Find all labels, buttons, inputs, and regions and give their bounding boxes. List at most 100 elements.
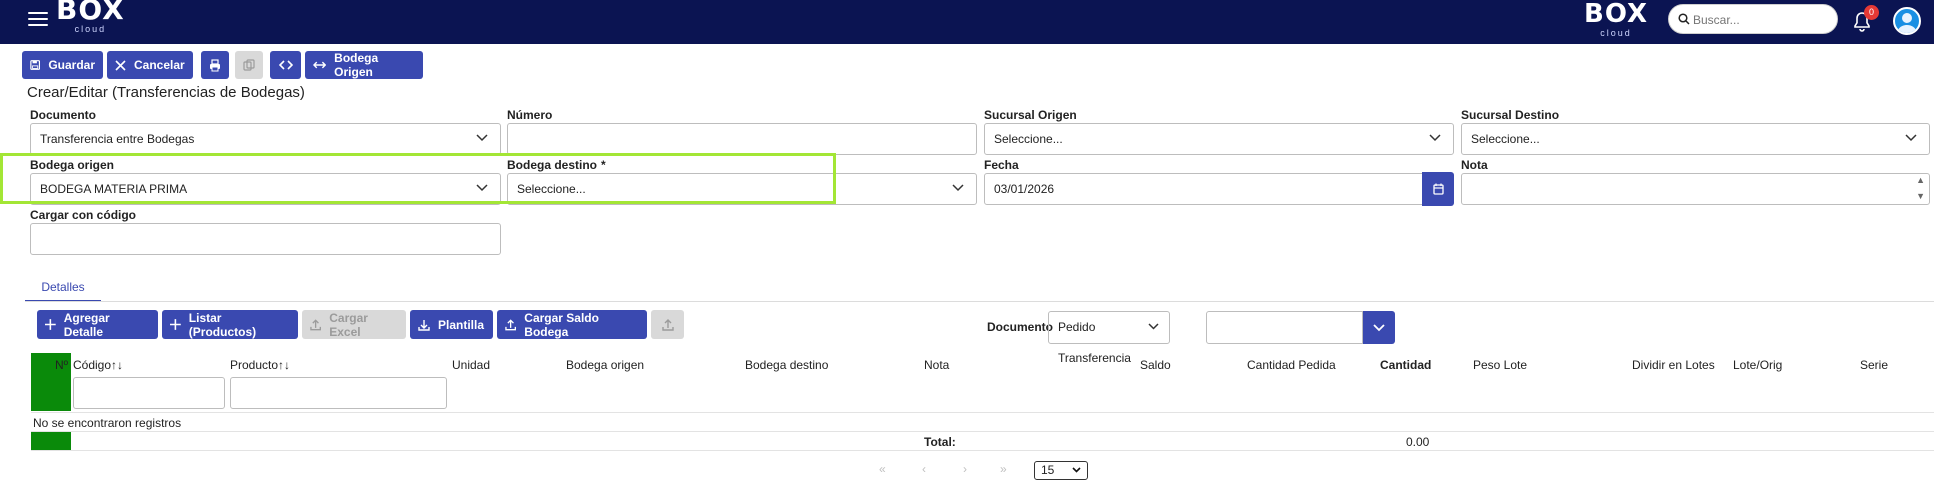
print-button[interactable] [201, 51, 229, 79]
fecha-label: Fecha [984, 158, 1019, 172]
scroll-down-icon[interactable]: ▼ [1916, 191, 1925, 201]
column-header-saldo: Saldo [1140, 358, 1171, 372]
sucursal-destino-value: Seleccione... [1471, 132, 1540, 146]
doc-filter-button[interactable] [1363, 311, 1395, 344]
list-products-button[interactable]: Listar (Productos) [162, 310, 298, 339]
documento-label: Documento [30, 108, 96, 122]
fecha-value: 03/01/2026 [994, 182, 1055, 196]
upload-icon [505, 318, 516, 330]
template-button[interactable]: Plantilla [410, 310, 493, 339]
code-icon [278, 60, 293, 70]
chevron-down-icon [476, 184, 488, 192]
chevron-down-icon [1905, 134, 1917, 142]
bodega-origen-select[interactable]: BODEGA MATERIA PRIMA [30, 173, 501, 205]
documento-value: Transferencia entre Bodegas [40, 132, 195, 146]
brand-logo[interactable]: BOX cloud [56, 0, 125, 34]
numero-input[interactable] [507, 123, 977, 155]
fecha-input[interactable]: 03/01/2026 [984, 173, 1424, 205]
bodega-origen-label: Bodega Origen [334, 51, 379, 79]
bodega-origen-field-label: Bodega origen [30, 158, 115, 172]
documento-select[interactable]: Transferencia entre Bodegas [30, 123, 501, 155]
bodega-destino-label: Bodega destino * [507, 158, 606, 172]
add-detail-button[interactable]: Agregar Detalle [37, 310, 158, 339]
chevron-down-icon [476, 134, 488, 142]
codigo-filter-input[interactable] [73, 377, 225, 409]
load-excel-button[interactable]: Cargar Excel [302, 310, 406, 339]
chevron-down-icon [1072, 467, 1081, 473]
nota-label: Nota [1461, 158, 1488, 172]
chevron-down-icon [1429, 134, 1441, 142]
empty-table-message: No se encontraron registros [33, 416, 182, 430]
column-header-unidad: Unidad [452, 358, 491, 372]
page-size-value: 15 [1041, 463, 1055, 477]
sort-icon[interactable]: ↑↓ [111, 358, 123, 372]
cargar-codigo-label: Cargar con código [30, 208, 137, 222]
sucursal-origen-select[interactable]: Seleccione... [984, 123, 1454, 155]
column-header-numero: Nº [55, 358, 69, 372]
page-size-select[interactable]: 15 [1034, 461, 1088, 480]
sucursal-destino-label: Sucursal Destino [1461, 108, 1560, 122]
column-header-serie: Serie [1860, 358, 1889, 372]
search-box[interactable] [1668, 4, 1838, 34]
upload-icon [310, 318, 321, 330]
page-title: Crear/Editar (Transferencias de Bodegas) [27, 84, 305, 101]
save-button[interactable]: Guardar [22, 51, 103, 79]
numero-label: Número [507, 108, 553, 122]
load-stock-button[interactable]: Cargar Saldo Bodega [497, 310, 647, 339]
doc-filter-select[interactable]: Pedido Transferencia [1048, 311, 1170, 365]
search-input[interactable] [1693, 11, 1833, 29]
plus-icon [170, 319, 181, 330]
column-header-lote-orig: Lote/Orig [1733, 358, 1783, 372]
search-icon [1678, 13, 1690, 25]
doc-filter-input[interactable] [1206, 311, 1363, 344]
first-page-button[interactable]: « [879, 462, 886, 476]
row-marker-footer [31, 432, 71, 450]
prev-page-button[interactable]: ‹ [922, 462, 926, 476]
bodega-origen-button[interactable]: Bodega Origen [305, 51, 423, 79]
cargar-codigo-input[interactable] [30, 223, 501, 255]
plus-icon [45, 319, 56, 330]
last-page-button[interactable]: » [1000, 462, 1007, 476]
close-icon [115, 59, 126, 71]
upload-button[interactable] [651, 310, 684, 339]
column-header-cantidad: Cantidad [1380, 358, 1432, 372]
doc-filter-value: Pedido Transferencia [1058, 320, 1131, 365]
column-header-producto[interactable]: Producto↑↓ [230, 358, 290, 372]
list-products-label: Listar (Productos) [188, 310, 257, 339]
producto-filter-input[interactable] [230, 377, 447, 409]
tab-divider [25, 301, 1934, 302]
bodega-destino-select[interactable]: Seleccione... [507, 173, 977, 205]
calendar-icon [1432, 183, 1444, 195]
column-header-nota: Nota [924, 358, 950, 372]
calendar-button[interactable] [1422, 172, 1454, 206]
nota-textarea[interactable]: ▲ ▼ [1461, 173, 1930, 205]
column-header-dividir-lotes: Dividir en Lotes [1632, 358, 1715, 372]
top-navbar: BOX cloud BOX cloud 0 [0, 0, 1934, 44]
swap-arrows-icon [313, 61, 327, 69]
save-icon [30, 60, 41, 70]
template-label: Plantilla [438, 317, 485, 332]
row-divider [31, 450, 1934, 451]
code-button[interactable] [270, 51, 301, 79]
next-page-button[interactable]: › [963, 462, 967, 476]
tab-detalles[interactable]: Detalles [25, 272, 101, 302]
column-header-bodega-destino: Bodega destino [745, 358, 829, 372]
doc-filter-label: Documento [987, 320, 1053, 334]
bodega-destino-value: Seleccione... [517, 182, 586, 196]
copy-icon [243, 59, 255, 71]
avatar[interactable] [1893, 7, 1921, 35]
load-excel-label: Cargar Excel [329, 310, 368, 339]
upload-icon [661, 318, 674, 331]
cancel-label: Cancelar [134, 58, 185, 72]
column-header-codigo[interactable]: Código↑↓ [73, 358, 123, 372]
cancel-button[interactable]: Cancelar [107, 51, 193, 79]
row-divider [31, 431, 1934, 432]
column-header-bodega-origen: Bodega origen [566, 358, 645, 372]
column-header-peso-lote: Peso Lote [1473, 358, 1528, 372]
sucursal-destino-select[interactable]: Seleccione... [1461, 123, 1930, 155]
total-label: Total: [924, 435, 956, 449]
menu-icon[interactable] [28, 12, 48, 28]
copy-button[interactable] [235, 51, 263, 79]
sort-icon[interactable]: ↑↓ [278, 358, 290, 372]
scroll-up-icon[interactable]: ▲ [1916, 175, 1925, 185]
